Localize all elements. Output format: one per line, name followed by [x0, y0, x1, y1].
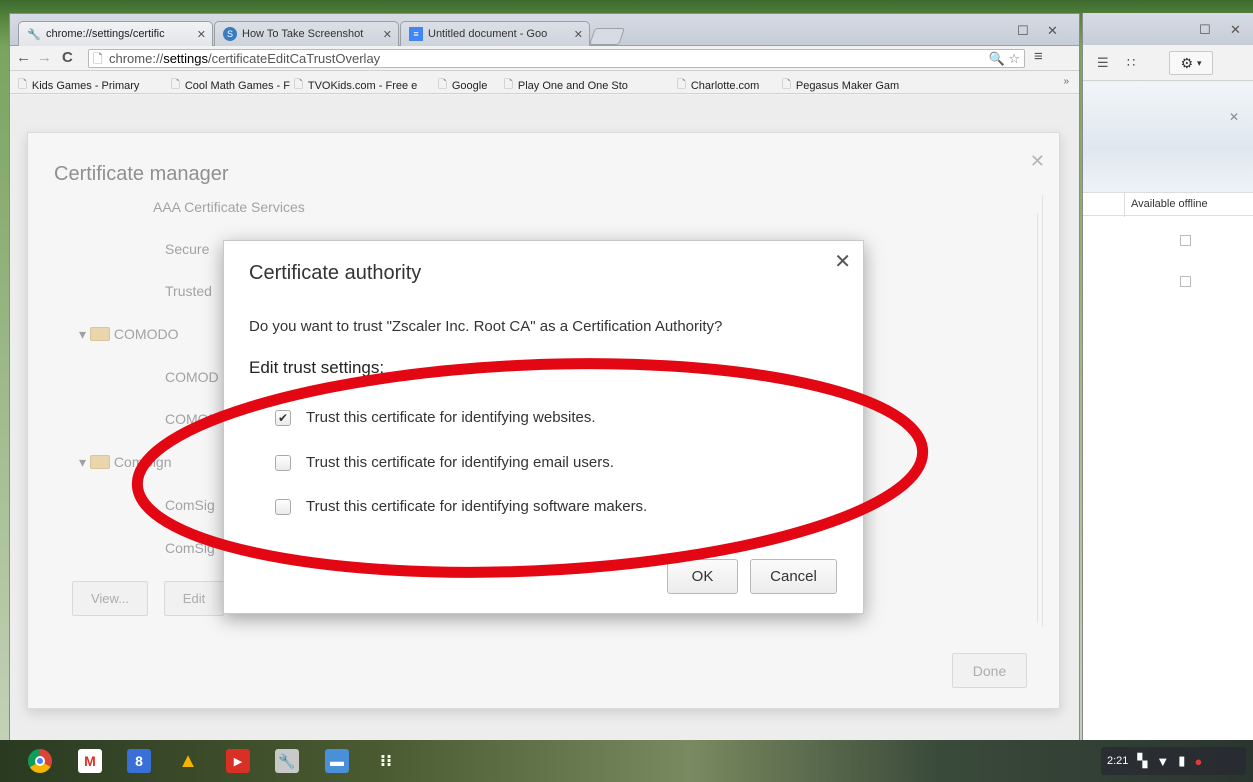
- section-heading: Edit trust settings:: [249, 358, 385, 377]
- tab-screenshot[interactable]: S How To Take Screenshot ✕: [214, 21, 399, 46]
- settings-gear-button[interactable]: ⚙ ▾: [1169, 51, 1213, 75]
- offline-checkbox[interactable]: [1180, 276, 1191, 287]
- bookmark-item[interactable]: 🗋 Google: [438, 76, 487, 95]
- google-plus-icon[interactable]: 8: [127, 749, 151, 773]
- done-button[interactable]: Done: [952, 653, 1027, 688]
- list-item[interactable]: ComSig: [165, 497, 215, 513]
- certificate-authority-dialog: Certificate authority ✕ Do you want to t…: [223, 240, 864, 614]
- close-window-icon[interactable]: ✕: [1230, 22, 1241, 38]
- chevron-down-icon: ▾: [1196, 57, 1202, 68]
- list-item[interactable]: ComSig: [165, 540, 215, 556]
- forward-icon[interactable]: →: [37, 49, 52, 66]
- dialog-question: Do you want to trust "Zscaler Inc. Root …: [249, 318, 723, 335]
- bug-icon: ●: [1194, 753, 1203, 769]
- site-favicon-icon: S: [223, 27, 237, 41]
- list-item[interactable]: COMOD: [165, 369, 219, 385]
- grid-view-icon[interactable]: ∷: [1127, 55, 1135, 71]
- folder-icon: [89, 327, 110, 341]
- gmail-icon[interactable]: M: [78, 749, 102, 773]
- offline-checkbox[interactable]: [1180, 235, 1191, 246]
- list-item[interactable]: Secure: [165, 241, 209, 257]
- status-tray[interactable]: 2:21 ▚ ▼ ▮ ●: [1101, 747, 1246, 775]
- close-icon[interactable]: ✕: [197, 28, 206, 41]
- tab-strip: 🔧 chrome://settings/certific ✕ S How To …: [10, 14, 1079, 46]
- list-view-icon[interactable]: ☰: [1097, 55, 1109, 71]
- checkbox[interactable]: [275, 454, 291, 471]
- settings-icon[interactable]: 🔧: [275, 749, 299, 773]
- trust-software-option[interactable]: Trust this certificate for identifying s…: [275, 498, 647, 515]
- checkbox[interactable]: [275, 498, 291, 515]
- page-icon: 🗋: [504, 79, 513, 91]
- close-window-icon[interactable]: ✕: [1047, 23, 1058, 39]
- files-icon[interactable]: ▬: [325, 749, 349, 773]
- back-icon[interactable]: ←: [16, 49, 31, 66]
- expand-arrow-icon: ▾: [79, 326, 87, 342]
- new-tab-button[interactable]: [588, 28, 626, 45]
- maximize-icon[interactable]: ☐: [1199, 22, 1211, 38]
- zoom-icon[interactable]: 🔍: [989, 51, 1005, 66]
- youtube-icon[interactable]: ▶: [226, 749, 250, 773]
- edit-button[interactable]: Edit: [164, 581, 224, 616]
- chrome-icon[interactable]: [28, 749, 52, 773]
- page-icon: 🗋: [171, 79, 180, 91]
- cancel-button[interactable]: Cancel: [750, 559, 837, 594]
- bookmarks-overflow-button[interactable]: »: [1063, 76, 1069, 87]
- folder-icon: [89, 455, 110, 469]
- maximize-icon[interactable]: ☐: [1017, 23, 1029, 39]
- shelf: M 8 ▲ ▶ 🔧 ▬ ⁝⁝ 2:21 ▚ ▼ ▮ ●: [0, 740, 1253, 782]
- bookmark-item[interactable]: 🗋 Charlotte.com: [677, 76, 759, 95]
- view-button[interactable]: View...: [72, 581, 148, 616]
- page-icon: 🗋: [93, 52, 103, 66]
- toolbar: ← → C 🗋 chrome://settings/certificateEdi…: [10, 46, 1079, 71]
- tab-docs[interactable]: ≡ Untitled document - Goo ✕: [400, 21, 590, 46]
- list-item-folder[interactable]: ▾ COMODO: [79, 326, 178, 343]
- scrollbar[interactable]: [1037, 213, 1049, 623]
- trust-email-option[interactable]: Trust this certificate for identifying e…: [275, 454, 614, 471]
- notification-icon: ▚: [1137, 753, 1148, 768]
- page-icon: 🗋: [294, 79, 303, 91]
- battery-icon: ▮: [1178, 753, 1186, 768]
- wrench-icon: 🔧: [27, 28, 41, 41]
- list-item[interactable]: Trusted: [165, 283, 212, 299]
- column-header: Available offline: [1083, 192, 1253, 217]
- docs-icon: ≡: [409, 27, 423, 41]
- clock: 2:21: [1107, 755, 1129, 767]
- bookmark-item[interactable]: 🗋 Cool Math Games - F: [171, 76, 290, 95]
- chrome-menu-icon[interactable]: ≡: [1034, 48, 1043, 65]
- list-item[interactable]: AAA Certificate Services: [153, 199, 305, 215]
- address-bar[interactable]: 🗋 chrome://settings/certificateEditCaTru…: [88, 49, 1025, 68]
- checkbox-checked[interactable]: ✔: [275, 409, 291, 426]
- certificate-manager-title: Certificate manager: [54, 163, 229, 185]
- page-icon: 🗋: [677, 79, 686, 91]
- close-icon[interactable]: ✕: [383, 28, 392, 41]
- close-icon[interactable]: ✕: [1030, 151, 1045, 172]
- wifi-icon: ▼: [1156, 753, 1170, 769]
- tab-settings[interactable]: 🔧 chrome://settings/certific ✕: [18, 21, 213, 46]
- close-icon[interactable]: ✕: [1229, 110, 1239, 124]
- gear-icon: ⚙: [1180, 54, 1194, 71]
- bookmark-star-icon[interactable]: ☆: [1008, 51, 1020, 66]
- list-item[interactable]: COMOD: [165, 411, 219, 427]
- page-icon: 🗋: [782, 79, 791, 91]
- close-icon[interactable]: ✕: [574, 28, 583, 41]
- bookmark-item[interactable]: 🗋 Kids Games - Primary: [18, 76, 139, 95]
- app-launcher-icon[interactable]: ⁝⁝: [374, 749, 398, 773]
- expand-arrow-icon: ▾: [79, 454, 87, 470]
- drive-icon[interactable]: ▲: [176, 749, 200, 773]
- ok-button[interactable]: OK: [667, 559, 738, 594]
- list-item-folder[interactable]: ▾ ComSign: [79, 454, 172, 471]
- close-icon[interactable]: ✕: [834, 249, 851, 274]
- trust-websites-option[interactable]: ✔ Trust this certificate for identifying…: [275, 409, 596, 426]
- bookmark-item[interactable]: 🗋 Pegasus Maker Gam: [782, 76, 899, 95]
- secondary-window: ☐ ✕ ☰ ∷ ⚙ ▾ ✕ Available offline: [1082, 13, 1253, 740]
- dialog-title: Certificate authority: [249, 262, 422, 284]
- bookmark-item[interactable]: 🗋 Play One and One Sto: [504, 76, 628, 95]
- page-icon: 🗋: [438, 79, 447, 91]
- bookmarks-bar: 🗋 Kids Games - Primary 🗋 Cool Math Games -…: [10, 72, 1079, 94]
- reload-icon[interactable]: C: [62, 49, 73, 66]
- page-icon: 🗋: [18, 79, 27, 91]
- bookmark-item[interactable]: 🗋 TVOKids.com - Free e: [294, 76, 417, 95]
